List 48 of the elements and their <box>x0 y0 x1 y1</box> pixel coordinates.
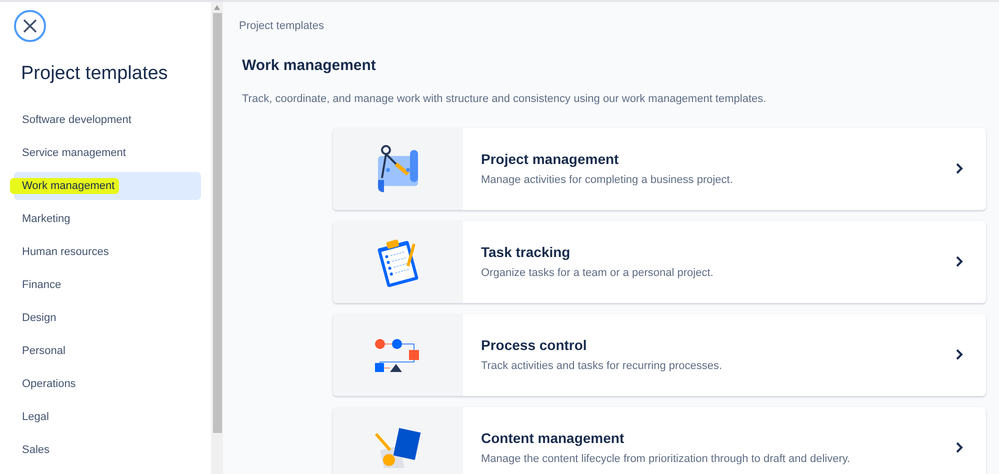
category-label: Legal <box>22 410 49 424</box>
template-title: Process control <box>481 336 588 355</box>
chevron-right-icon <box>956 163 962 174</box>
chevron-right-icon <box>956 349 962 360</box>
close-button[interactable] <box>14 10 46 42</box>
template-description: Organize tasks for a team or a personal project. <box>481 266 714 281</box>
category-item[interactable]: Software development <box>14 106 201 134</box>
category-label: Design <box>22 310 56 326</box>
scroll-up-icon <box>214 5 220 10</box>
category-label: Operations <box>22 376 76 392</box>
category-item[interactable]: Service management <box>14 138 201 167</box>
template-title: Project management <box>481 150 620 169</box>
category-label: Software development <box>22 112 132 128</box>
template-title: Task tracking <box>481 242 572 262</box>
category-label: Marketing <box>22 212 70 226</box>
template-card[interactable]: Process control Track activities and tasks for recurring processes. <box>333 314 986 396</box>
category-label: Sales <box>22 442 50 458</box>
page-heading: Work management <box>242 56 377 76</box>
template-description: Manage the content lifecycle from prioritization through to draft and delivery. <box>481 452 852 467</box>
category-item[interactable]: Design <box>14 304 201 332</box>
chevron-right-icon <box>956 442 962 453</box>
template-description: Manage activities for completing a business project. <box>481 172 734 188</box>
document-icon <box>374 428 422 468</box>
scrollbar-thumb[interactable] <box>212 13 222 433</box>
template-title: Content management <box>481 428 626 448</box>
category-label: Finance <box>22 278 62 292</box>
breadcrumb[interactable]: Project templates <box>239 18 986 34</box>
template-card[interactable]: Task tracking Organize tasks for a team or a personal project. <box>333 220 986 302</box>
category-label: Work management <box>10 178 119 194</box>
category-label: Personal <box>22 344 66 358</box>
sidebar-title: Project templates <box>21 62 169 86</box>
template-card[interactable]: Project management Manage activities for completing a business project. <box>333 128 986 210</box>
close-icon <box>23 19 37 33</box>
scrollbar[interactable] <box>211 2 223 474</box>
category-item[interactable]: Personal <box>14 336 201 365</box>
category-item[interactable]: Sales <box>14 436 201 464</box>
template-card[interactable]: Content management Manage the content lifecycle from prioritization through to draft and delivery. <box>333 406 986 474</box>
template-description: Track activities and tasks for recurring processes. <box>481 358 724 374</box>
category-label: Human resources <box>22 244 109 260</box>
category-item[interactable]: Finance <box>14 270 201 299</box>
category-item[interactable]: Legal <box>14 402 201 431</box>
category-label: Service management <box>22 146 126 160</box>
page-description: Track, coordinate, and manage work with structure and consistency using our work management templates. <box>242 92 768 107</box>
category-item[interactable]: Operations <box>14 370 201 398</box>
category-item[interactable]: Marketing <box>14 204 201 233</box>
flowchart-icon <box>374 338 422 372</box>
chevron-right-icon <box>956 256 962 267</box>
category-item[interactable]: Human resources <box>14 238 201 266</box>
